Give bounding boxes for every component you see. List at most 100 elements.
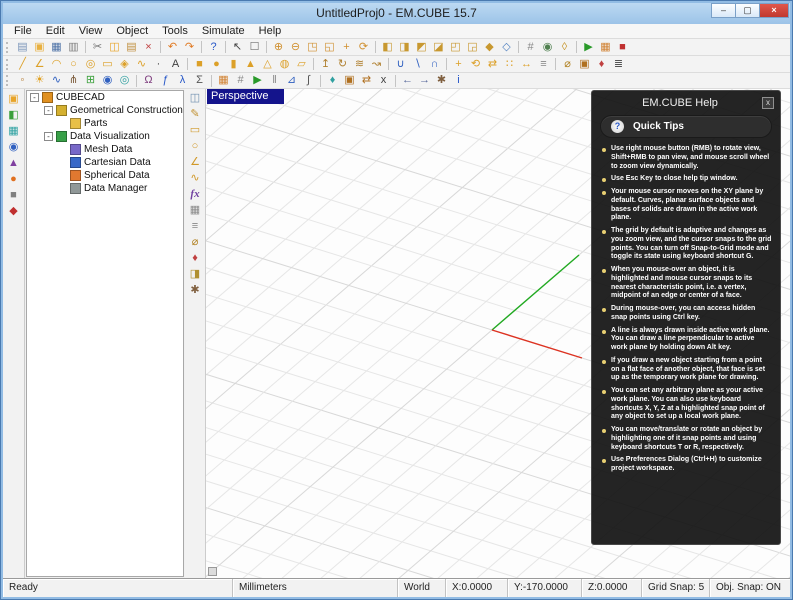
minimize-button[interactable]: – bbox=[711, 3, 736, 18]
module-icon-4[interactable]: ◉ bbox=[5, 140, 23, 155]
snap-toggle-icon[interactable]: ◉ bbox=[539, 40, 556, 55]
module-icon-6[interactable]: ● bbox=[5, 172, 23, 187]
new-file-icon[interactable]: ▤ bbox=[14, 40, 31, 55]
draw-line-icon[interactable]: ╱ bbox=[14, 57, 31, 72]
view-isometric-icon[interactable]: ◆ bbox=[481, 40, 498, 55]
cylinder-object-icon[interactable]: ▮ bbox=[225, 57, 242, 72]
pyramid-object-icon[interactable]: △ bbox=[259, 57, 276, 72]
sweep-icon[interactable]: ↝ bbox=[368, 57, 385, 72]
menu-file[interactable]: File bbox=[7, 24, 39, 39]
module-icon-2[interactable]: ◧ bbox=[5, 108, 23, 123]
grid-toggle-icon[interactable]: # bbox=[522, 40, 539, 55]
paste-icon[interactable]: ▤ bbox=[123, 40, 140, 55]
move-object-icon[interactable]: + bbox=[450, 57, 467, 72]
summation-icon[interactable]: Σ bbox=[191, 73, 208, 88]
tree-item-spherical-data[interactable]: Spherical Data bbox=[27, 169, 183, 182]
loft-icon[interactable]: ≋ bbox=[351, 57, 368, 72]
menu-simulate[interactable]: Simulate bbox=[195, 24, 252, 39]
boolean-intersect-icon[interactable]: ∩ bbox=[426, 57, 443, 72]
save-icon[interactable]: ▦ bbox=[48, 40, 65, 55]
paint-tool-icon[interactable]: ♦ bbox=[187, 251, 204, 266]
port-icon[interactable]: ◦ bbox=[14, 73, 31, 88]
select-window-icon[interactable]: ☐ bbox=[246, 40, 263, 55]
draw-circle-icon[interactable]: ○ bbox=[65, 57, 82, 72]
tree-item-cubecad[interactable]: -CUBECAD bbox=[27, 91, 183, 104]
copy-icon[interactable]: ◫ bbox=[106, 40, 123, 55]
zoom-out-icon[interactable]: ⊖ bbox=[287, 40, 304, 55]
open-file-icon[interactable]: ▣ bbox=[31, 40, 48, 55]
menu-object[interactable]: Object bbox=[109, 24, 155, 39]
tree-toggle-icon[interactable]: - bbox=[44, 132, 53, 141]
draw-polyline-icon[interactable]: ∠ bbox=[31, 57, 48, 72]
show-mesh-icon[interactable]: ▦ bbox=[597, 40, 614, 55]
view-front-icon[interactable]: ◧ bbox=[379, 40, 396, 55]
viewport-scroll-box[interactable] bbox=[208, 567, 217, 576]
info-icon[interactable]: i bbox=[450, 73, 467, 88]
perspective-view-icon[interactable]: ◇ bbox=[498, 40, 515, 55]
run-simulation-icon[interactable]: ▶ bbox=[580, 40, 597, 55]
menu-view[interactable]: View bbox=[72, 24, 110, 39]
module-icon-7[interactable]: ■ bbox=[5, 188, 23, 203]
notes-tool-icon[interactable]: ≡ bbox=[187, 219, 204, 234]
rotate-view-icon[interactable]: ⟳ bbox=[355, 40, 372, 55]
revolve-icon[interactable]: ↻ bbox=[334, 57, 351, 72]
tree-item-cartesian-data[interactable]: Cartesian Data bbox=[27, 156, 183, 169]
module-cubecad-icon[interactable]: ▣ bbox=[5, 92, 23, 107]
frequency-icon[interactable]: ƒ bbox=[157, 73, 174, 88]
workplane-icon[interactable]: ◊ bbox=[556, 40, 573, 55]
redo-icon[interactable]: ↷ bbox=[181, 40, 198, 55]
stop-icon[interactable]: ■ bbox=[614, 40, 631, 55]
spline-tool-icon[interactable]: ∿ bbox=[187, 171, 204, 186]
maximize-button[interactable]: ▢ bbox=[735, 3, 760, 18]
tree-item-mesh-data[interactable]: Mesh Data bbox=[27, 143, 183, 156]
torus-object-icon[interactable]: ◍ bbox=[276, 57, 293, 72]
measure-icon[interactable]: ⌀ bbox=[559, 57, 576, 72]
title-bar[interactable]: UntitledProj0 - EM.CUBE 15.7 – ▢ × bbox=[3, 3, 790, 24]
mesh-settings-icon[interactable]: # bbox=[232, 73, 249, 88]
zoom-extents-icon[interactable]: ◱ bbox=[321, 40, 338, 55]
tree-item-data-manager[interactable]: Data Manager bbox=[27, 182, 183, 195]
draw-point-icon[interactable]: · bbox=[150, 57, 167, 72]
module-icon-8[interactable]: ◆ bbox=[5, 204, 23, 219]
align-object-icon[interactable]: ≡ bbox=[535, 57, 552, 72]
mesh-icon[interactable]: ▦ bbox=[215, 73, 232, 88]
sphere-object-icon[interactable]: ● bbox=[208, 57, 225, 72]
array-object-icon[interactable]: ∷ bbox=[501, 57, 518, 72]
view-left-icon[interactable]: ◩ bbox=[413, 40, 430, 55]
import-icon[interactable]: ← bbox=[399, 73, 416, 88]
measure-tool-icon[interactable]: ⌀ bbox=[187, 235, 204, 250]
workplane-view-icon[interactable]: ◫ bbox=[187, 91, 204, 106]
draw-arc-icon[interactable]: ◠ bbox=[48, 57, 65, 72]
help-icon[interactable]: ? bbox=[205, 40, 222, 55]
far-field-icon[interactable]: ◉ bbox=[99, 73, 116, 88]
menu-tools[interactable]: Tools bbox=[155, 24, 195, 39]
snowflake-tool-icon[interactable]: ✱ bbox=[187, 283, 204, 298]
print-icon[interactable]: ▥ bbox=[65, 40, 82, 55]
draw-pencil-icon[interactable]: ✎ bbox=[187, 107, 204, 122]
help-close-button[interactable]: x bbox=[762, 97, 774, 109]
symmetry-icon[interactable]: ⇄ bbox=[358, 73, 375, 88]
tree-item-data-visualization[interactable]: -Data Visualization bbox=[27, 130, 183, 143]
lumped-element-icon[interactable]: Ω bbox=[140, 73, 157, 88]
polyline-tool-icon[interactable]: ∠ bbox=[187, 155, 204, 170]
cone-object-icon[interactable]: ▲ bbox=[242, 57, 259, 72]
antenna-icon[interactable]: ⋔ bbox=[65, 73, 82, 88]
near-field-icon[interactable]: ◎ bbox=[116, 73, 133, 88]
undo-icon[interactable]: ↶ bbox=[164, 40, 181, 55]
source-icon[interactable]: ☀ bbox=[31, 73, 48, 88]
tree-toggle-icon[interactable]: - bbox=[30, 93, 39, 102]
circle-tool-icon[interactable]: ○ bbox=[187, 139, 204, 154]
color-icon[interactable]: ♦ bbox=[593, 57, 610, 72]
draw-rectangle-icon[interactable]: ▭ bbox=[99, 57, 116, 72]
view-back-icon[interactable]: ◨ bbox=[396, 40, 413, 55]
settings-icon[interactable]: ✱ bbox=[433, 73, 450, 88]
tree-item-geometrical-construction[interactable]: -Geometrical Construction bbox=[27, 104, 183, 117]
run-icon[interactable]: ▶ bbox=[249, 73, 266, 88]
view-bottom-icon[interactable]: ◲ bbox=[464, 40, 481, 55]
mirror-object-icon[interactable]: ⇄ bbox=[484, 57, 501, 72]
pause-icon[interactable]: ‖ bbox=[266, 73, 283, 88]
export-icon[interactable]: → bbox=[416, 73, 433, 88]
table-tool-icon[interactable]: ▦ bbox=[187, 203, 204, 218]
zoom-in-icon[interactable]: ⊕ bbox=[270, 40, 287, 55]
results-icon[interactable]: ⊿ bbox=[283, 73, 300, 88]
